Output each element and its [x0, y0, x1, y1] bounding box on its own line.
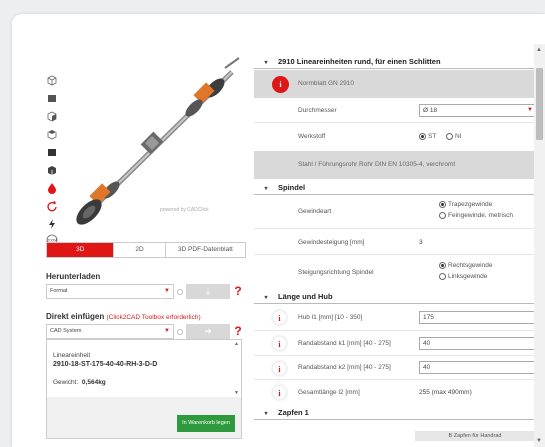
chevron-down-icon: ▼ [164, 288, 170, 294]
chevron-down-icon: ▾ [264, 411, 268, 417]
direction-row: Steigungsrichtung Spindel Rechtsgewinde … [254, 255, 534, 289]
cube-side-icon[interactable] [46, 110, 58, 122]
k1-row: i Randabstand k1 [mm] [40 - 275] 40 [254, 331, 534, 356]
scroll-down-icon[interactable]: ▼ [234, 390, 239, 396]
insert-help-icon[interactable]: ? [230, 324, 246, 339]
insert-button[interactable]: ➜ [186, 324, 230, 339]
pitch-row: Gewindesteigung [mm] 3 [254, 229, 534, 255]
article-type: Lineareinheit [53, 352, 91, 359]
explode-icon[interactable] [46, 218, 58, 230]
pin-row: B Zapfen für Handrad [254, 421, 534, 447]
page-scrollbar[interactable]: ▲ ▼ [534, 44, 545, 447]
format-select[interactable]: Format ▼ [46, 284, 174, 299]
section-header-main[interactable]: ▾ 2910 Lineareinheiten rund, für einen Sc… [254, 55, 534, 69]
tab-3d-pdf[interactable]: 3D PDF-Datenblatt [166, 243, 245, 257]
direction-radio-right[interactable]: Rechtsgewinde [439, 262, 492, 269]
configuration-panel: ▾ 2910 Lineareinheiten rund, für einen Sc… [254, 55, 534, 447]
insert-note: (Click2CAD Toolbox erforderlich) [106, 314, 201, 321]
info-icon[interactable]: i [272, 385, 287, 400]
download-help-icon[interactable]: ? [230, 284, 246, 299]
powered-by-label: powered by CADClick [160, 207, 209, 213]
thread-row: Gewindeart Trapezgewinde Feingewinde, me… [254, 196, 534, 229]
thread-radio-trapez[interactable]: Trapezgewinde [439, 201, 492, 208]
info-icon[interactable]: i [272, 310, 287, 325]
chevron-down-icon: ▼ [527, 107, 533, 113]
k2-input[interactable]: 40 [419, 361, 534, 374]
linear-unit-model [76, 57, 240, 225]
cube-edges-icon[interactable] [46, 164, 58, 176]
diameter-label: Durchmesser [298, 107, 337, 114]
cube-solid-icon[interactable] [46, 146, 58, 158]
chevron-down-icon: ▾ [264, 295, 268, 301]
material-radio-st[interactable]: ST [419, 133, 436, 140]
product-configurator-card: ZOOM powered by CADClick 3D 2D 3D PDF-Da… [12, 14, 545, 447]
insert-row: CAD System ▼ ➜ ? [46, 324, 246, 339]
section-header-length[interactable]: ▾ Länge und Hub [254, 290, 534, 304]
stroke-label: Hub l1 [mm] [10 - 350] [298, 314, 363, 321]
article-weight: Gewicht: 0,564kg [53, 379, 106, 386]
direction-label: Steigungsrichtung Spindel [298, 269, 374, 276]
diameter-select[interactable]: Ø 18 ▼ [419, 104, 534, 117]
chevron-down-icon: ▾ [264, 186, 268, 192]
download-title: Herunterladen [46, 272, 101, 281]
info-icon[interactable]: i [272, 336, 287, 351]
norm-row: i Normblatt GN 2910 [254, 70, 534, 98]
stroke-input[interactable]: 175 [419, 311, 534, 324]
download-button[interactable]: ⤓ [186, 284, 230, 299]
cube-top-icon[interactable] [46, 128, 58, 140]
status-circle-icon [174, 324, 186, 339]
chevron-down-icon: ▾ [264, 60, 268, 66]
scroll-up-icon[interactable]: ▲ [536, 47, 542, 53]
k1-input[interactable]: 40 [419, 337, 534, 350]
left-column: ZOOM powered by CADClick 3D 2D 3D PDF-Da… [12, 14, 252, 447]
k1-label: Randabstand k1 [mm] [40 - 275] [298, 340, 391, 347]
info-icon[interactable]: i [272, 76, 289, 93]
k2-label: Randabstand k2 [mm] [40 - 275] [298, 364, 391, 371]
cube-front-icon[interactable] [46, 92, 58, 104]
diameter-row: Durchmesser Ø 18 ▼ [254, 98, 534, 123]
material-desc-row: Stahl / Führungsrohr Rohr DIN EN 10305-4… [254, 151, 534, 179]
norm-text: Normblatt GN 2910 [298, 80, 354, 87]
section-header-spindle[interactable]: ▾ Spindel [254, 181, 534, 195]
material-label: Werkstoff [298, 133, 326, 140]
k2-row: i Randabstand k2 [mm] [40 - 275] 40 [254, 356, 534, 380]
total-length-row: i Gesamtlänge l2 [mm] 255 (max 490mm) [254, 380, 534, 405]
info-icon[interactable]: i [272, 361, 287, 376]
status-circle-icon [174, 284, 186, 299]
thread-radio-fine[interactable]: Feingewinde, metrisch [439, 212, 513, 219]
material-radio-ni[interactable]: NI [446, 133, 462, 140]
rotate-icon[interactable] [46, 200, 58, 212]
scroll-down-icon[interactable]: ▼ [536, 438, 542, 444]
info-scrollbar[interactable]: ▲ ▼ [233, 340, 241, 397]
scrollbar-thumb[interactable] [536, 68, 543, 140]
download-row: Format ▼ ⤓ ? [46, 284, 246, 299]
tab-2d[interactable]: 2D [114, 243, 166, 257]
total-length-label: Gesamtlänge l2 [mm] [298, 389, 360, 396]
stroke-row: i Hub l1 [mm] [10 - 350] 175 [254, 305, 534, 331]
3d-model-viewer[interactable] [67, 54, 247, 229]
material-row: Werkstoff ST NI [254, 123, 534, 151]
direction-radio-left[interactable]: Linksgewinde [439, 273, 487, 280]
add-to-cart-button[interactable]: In Warenkorb legen [177, 415, 235, 432]
cad-system-select[interactable]: CAD System ▼ [46, 324, 174, 339]
view-tabs: 3D 2D 3D PDF-Datenblatt [46, 242, 246, 258]
article-info-box: Lineareinheit 2910-18-ST-175-40-40-RH-3-… [46, 339, 242, 439]
pin-option-button[interactable]: B Zapfen für Handrad [415, 431, 534, 441]
material-description: Stahl / Führungsrohr Rohr DIN EN 10305-4… [298, 161, 456, 168]
info-box-footer: In Warenkorb legen [47, 397, 241, 438]
pitch-label: Gewindesteigung [mm] [298, 239, 365, 246]
cube-iso-icon[interactable] [46, 74, 58, 86]
chevron-down-icon: ▼ [164, 328, 170, 334]
tab-3d[interactable]: 3D [47, 243, 115, 257]
insert-title: Direkt einfügen (Click2CAD Toolbox erfor… [46, 312, 201, 321]
pitch-value: 3 [419, 239, 423, 246]
color-drop-icon[interactable] [46, 182, 58, 194]
article-code: 2910-18-ST-175-40-40-RH-3-D-D [53, 361, 158, 368]
thread-label: Gewindeart [298, 208, 332, 215]
scroll-up-icon[interactable]: ▲ [234, 341, 239, 347]
section-header-pin[interactable]: ▾ Zapfen 1 [254, 406, 534, 420]
total-length-value: 255 (max 490mm) [419, 389, 472, 396]
